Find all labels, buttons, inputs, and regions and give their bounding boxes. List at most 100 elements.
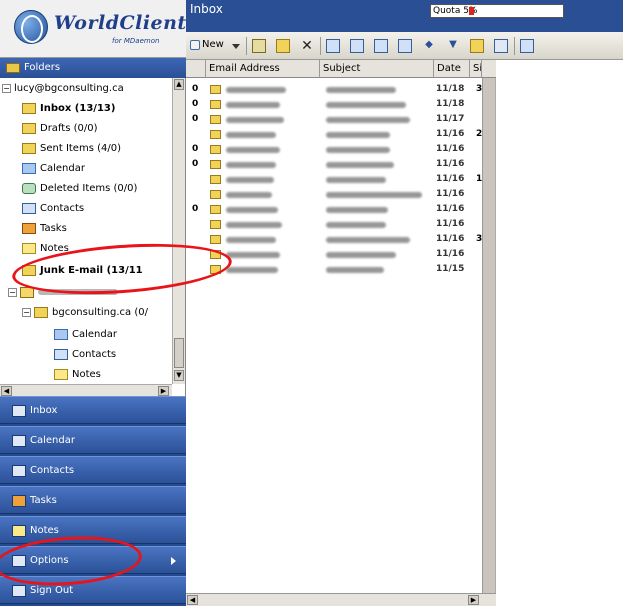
scroll-right-icon[interactable]: ▶ bbox=[468, 595, 479, 605]
scroll-thumb[interactable] bbox=[174, 338, 184, 368]
nav-notes-button[interactable]: Notes bbox=[0, 516, 186, 544]
tree-item-pub-notes[interactable]: Notes bbox=[54, 366, 101, 384]
inbox-icon bbox=[12, 405, 26, 417]
attachment-icon: 0 bbox=[192, 114, 199, 124]
message-date: 11/16 bbox=[436, 144, 465, 154]
message-date: 11/16 bbox=[436, 249, 465, 259]
message-folder-icon bbox=[210, 130, 221, 139]
tree-item-calendar[interactable]: Calendar bbox=[22, 160, 85, 178]
blurred-subject bbox=[326, 87, 396, 93]
tree-item-drafts[interactable]: Drafts (0/0) bbox=[22, 120, 98, 138]
table-row[interactable]: 0 11/16 bbox=[186, 202, 482, 217]
print-icon[interactable] bbox=[252, 39, 266, 53]
message-folder-icon bbox=[210, 100, 221, 109]
new-message-icon[interactable] bbox=[190, 40, 200, 50]
folder-action-icon[interactable] bbox=[470, 39, 484, 53]
table-row[interactable]: 0 11/17 bbox=[186, 112, 482, 127]
folder-icon bbox=[22, 102, 36, 114]
table-row[interactable]: 11/16 1 bbox=[186, 172, 482, 187]
scroll-down-icon[interactable]: ▼ bbox=[174, 370, 184, 381]
table-row[interactable]: 0 11/18 3 bbox=[186, 82, 482, 97]
tree-item-contacts[interactable]: Contacts bbox=[22, 200, 84, 218]
expander-minus-icon[interactable]: − bbox=[2, 83, 11, 93]
scroll-left-icon[interactable]: ◀ bbox=[1, 386, 12, 396]
new-button[interactable]: New bbox=[202, 39, 224, 50]
blurred-email bbox=[226, 87, 286, 93]
expander-minus-icon[interactable]: − bbox=[22, 307, 31, 317]
tasks-icon bbox=[12, 495, 26, 507]
tree-item-bgconsulting[interactable]: − bgconsulting.ca (0/ bbox=[22, 304, 148, 322]
expander-minus-icon[interactable]: − bbox=[8, 287, 17, 297]
scroll-right-icon[interactable]: ▶ bbox=[158, 386, 169, 396]
blurred-email bbox=[226, 192, 272, 198]
nav-inbox-button[interactable]: Inbox bbox=[0, 396, 186, 424]
message-date: 11/16 bbox=[436, 174, 465, 184]
message-folder-icon bbox=[210, 265, 221, 274]
prev-icon[interactable]: ◆ bbox=[422, 39, 436, 53]
table-row[interactable]: 11/16 3 bbox=[186, 232, 482, 247]
reply-icon[interactable] bbox=[326, 39, 340, 53]
message-date: 11/16 bbox=[436, 159, 465, 169]
nav-calendar-button[interactable]: Calendar bbox=[0, 426, 186, 454]
calendar-icon bbox=[22, 162, 36, 174]
blurred-subject bbox=[326, 177, 386, 183]
toolbar: New ✕ ◆ ▼ bbox=[186, 32, 623, 60]
column-size[interactable]: Siz bbox=[470, 60, 482, 78]
forward-attach-icon[interactable] bbox=[398, 39, 412, 53]
column-attach[interactable] bbox=[186, 60, 206, 78]
tree-item-junk[interactable]: Junk E-mail (13/11 bbox=[22, 262, 143, 280]
blurred-subject bbox=[326, 132, 390, 138]
delete-icon[interactable]: ✕ bbox=[300, 39, 314, 53]
table-row[interactable]: 0 11/16 bbox=[186, 142, 482, 157]
tree-vertical-scrollbar[interactable]: ▲ ▼ bbox=[172, 78, 185, 384]
nav-options-button[interactable]: Options bbox=[0, 546, 186, 574]
blurred-email bbox=[226, 177, 274, 183]
table-row[interactable]: 11/16 bbox=[186, 217, 482, 232]
view-icon[interactable] bbox=[520, 39, 534, 53]
column-date[interactable]: Date bbox=[434, 60, 470, 78]
tree-item-inbox[interactable]: Inbox (13/13) bbox=[22, 100, 115, 118]
forward-icon[interactable] bbox=[374, 39, 388, 53]
blurred-subject bbox=[326, 192, 422, 198]
message-list-scrollbar[interactable] bbox=[482, 78, 495, 593]
tree-item-account[interactable]: − lucy@bgconsulting.ca bbox=[2, 80, 124, 98]
tree-item-public-folders[interactable]: − bbox=[8, 284, 118, 302]
folder-icon bbox=[22, 142, 36, 154]
table-row[interactable]: 11/15 bbox=[186, 262, 482, 277]
table-row[interactable]: 0 11/18 bbox=[186, 97, 482, 112]
table-row[interactable]: 11/16 bbox=[186, 187, 482, 202]
table-row[interactable]: 0 11/16 bbox=[186, 157, 482, 172]
tree-item-notes[interactable]: Notes bbox=[22, 240, 69, 258]
next-icon[interactable]: ▼ bbox=[446, 39, 460, 53]
blurred-subject bbox=[326, 237, 410, 243]
message-list: Email Address Subject Date Siz 011/18301… bbox=[186, 60, 496, 606]
toolbar-separator bbox=[320, 37, 321, 55]
column-email-address[interactable]: Email Address bbox=[206, 60, 320, 78]
tree-item-pub-calendar[interactable]: Calendar bbox=[54, 326, 117, 344]
move-icon[interactable] bbox=[276, 39, 290, 53]
page-icon[interactable] bbox=[494, 39, 508, 53]
nav-contacts-button[interactable]: Contacts bbox=[0, 456, 186, 484]
tree-item-pub-contacts[interactable]: Contacts bbox=[54, 346, 116, 364]
scroll-left-icon[interactable]: ◀ bbox=[187, 595, 198, 605]
folders-icon bbox=[6, 63, 20, 73]
nav-tasks-button[interactable]: Tasks bbox=[0, 486, 186, 514]
tree-item-deleted[interactable]: Deleted Items (0/0) bbox=[22, 180, 137, 198]
reply-all-icon[interactable] bbox=[350, 39, 364, 53]
nav-sign-out-button[interactable]: Sign Out bbox=[0, 576, 186, 604]
message-folder-icon bbox=[210, 235, 221, 244]
message-list-hscrollbar[interactable]: ◀ ▶ bbox=[186, 593, 496, 606]
tree-item-sent[interactable]: Sent Items (4/0) bbox=[22, 140, 121, 158]
folders-header[interactable]: Folders bbox=[0, 58, 186, 78]
scroll-up-icon[interactable]: ▲ bbox=[174, 79, 184, 90]
chevron-down-icon[interactable] bbox=[232, 44, 240, 49]
table-row[interactable]: 11/16 2 bbox=[186, 127, 482, 142]
table-row[interactable]: 11/16 bbox=[186, 247, 482, 262]
tree-horizontal-scrollbar[interactable]: ◀ ▶ bbox=[0, 384, 172, 396]
attachment-icon: 0 bbox=[192, 84, 199, 94]
quota-meter: Quota 5% bbox=[430, 4, 564, 18]
column-subject[interactable]: Subject bbox=[320, 60, 434, 78]
folders-label: Folders bbox=[24, 62, 61, 73]
tree-item-tasks[interactable]: Tasks bbox=[22, 220, 67, 238]
message-folder-icon bbox=[210, 250, 221, 259]
